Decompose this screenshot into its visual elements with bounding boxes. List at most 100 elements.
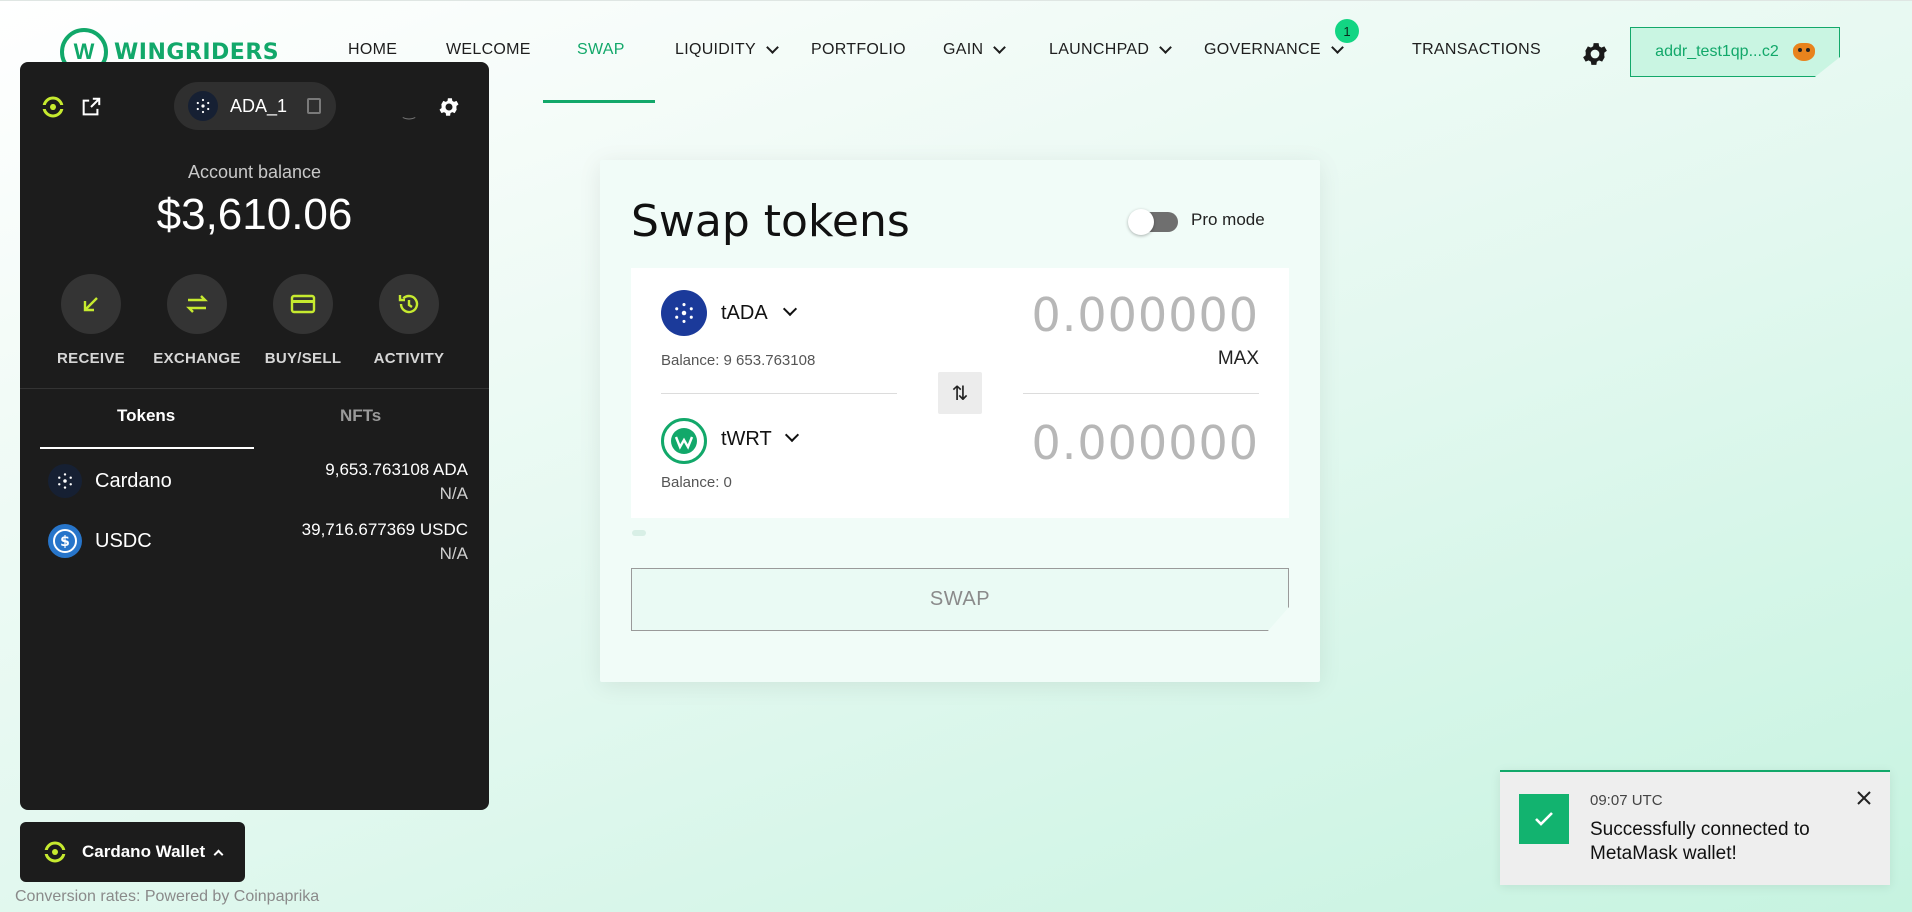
buy-sell-button[interactable]: BUY/SELL [248, 274, 358, 367]
chevron-down-icon [1330, 41, 1344, 54]
cardano-icon [48, 464, 82, 498]
wallet-address-text: addr_test1qp...c2 [1655, 43, 1779, 60]
wallet-toggle-label: Cardano Wallet [82, 842, 206, 861]
pro-mode-label: Pro mode [1191, 210, 1265, 229]
success-toast: 09:07 UTC Successfully connected to Meta… [1500, 770, 1890, 885]
exchange-button[interactable]: EXCHANGE [142, 274, 252, 367]
receive-button[interactable]: RECEIVE [36, 274, 146, 367]
cardano-wallet-panel: ADA_1 ‿ Account balance $3,610.06 RECEIV… [20, 62, 489, 810]
token-fiat-value: N/A [439, 544, 468, 563]
pro-mode-toggle[interactable] [1128, 209, 1178, 235]
wallet-address-button[interactable]: addr_test1qp...c2 [1630, 27, 1840, 77]
nav-gain[interactable]: GAIN [943, 41, 1007, 59]
token-amount: 39,716.677369 USDC [301, 520, 468, 539]
chevron-down-icon [993, 41, 1007, 54]
nav-transactions[interactable]: TRANSACTIONS [1412, 41, 1541, 59]
nav-portfolio[interactable]: PORTFOLIO [811, 41, 906, 59]
tab-nfts[interactable]: NFTs [340, 406, 381, 426]
nav-swap[interactable]: SWAP [577, 41, 625, 59]
wallet-settings-gear-icon[interactable] [436, 94, 462, 120]
twrt-token-icon [661, 418, 707, 464]
nav-home[interactable]: HOME [348, 41, 397, 59]
activity-button[interactable]: ACTIVITY [354, 274, 464, 367]
to-amount-input[interactable]: 0.000000 [1032, 416, 1260, 470]
checkmark-icon [1519, 794, 1569, 844]
token-name: USDC [95, 530, 152, 552]
tada-token-icon [661, 290, 707, 336]
nav-launchpad[interactable]: LAUNCHPAD [1049, 41, 1173, 59]
account-selector[interactable]: ADA_1 [174, 82, 336, 130]
arrow-down-left-icon [61, 274, 121, 334]
nav-welcome[interactable]: WELCOME [446, 41, 531, 59]
chevron-down-icon [1159, 41, 1173, 54]
nav-swap-label: SWAP [577, 41, 625, 58]
token-fiat-value: N/A [439, 484, 468, 503]
nav-portfolio-label: PORTFOLIO [811, 41, 906, 58]
from-token-selector[interactable]: tADA [721, 302, 768, 325]
wallet-logo-icon [42, 841, 68, 863]
to-balance: Balance: 0 [661, 474, 732, 491]
nav-transactions-label: TRANSACTIONS [1412, 41, 1541, 58]
activity-label: ACTIVITY [373, 350, 445, 367]
cardano-wallet-toggle-button[interactable]: Cardano Wallet [20, 822, 245, 882]
copy-icon[interactable] [307, 98, 322, 114]
token-amount: 9,653.763108 ADA [325, 460, 468, 479]
account-name: ADA_1 [230, 95, 288, 116]
swap-token-panel: tADA 0.000000 MAX Balance: 9 653.763108 … [631, 268, 1289, 518]
receive-label: RECEIVE [57, 350, 125, 367]
token-name: Cardano [95, 470, 172, 492]
cardano-icon [188, 91, 218, 121]
loading-indicator-icon: ‿ [403, 102, 415, 119]
chevron-down-icon [766, 41, 779, 54]
nav-governance[interactable]: GOVERNANCE [1204, 41, 1344, 59]
chevron-down-icon[interactable] [784, 427, 800, 443]
balance-label: Account balance [187, 162, 322, 182]
nav-launchpad-label: LAUNCHPAD [1049, 41, 1150, 58]
divider-line [1023, 393, 1259, 394]
divider-line [661, 393, 897, 394]
tab-active-indicator [40, 447, 254, 449]
to-token-selector[interactable]: tWRT [721, 428, 772, 451]
status-placeholder [632, 530, 646, 536]
tab-tokens[interactable]: Tokens [117, 406, 175, 426]
toast-message: Successfully connected to MetaMask walle… [1590, 819, 1810, 864]
max-button[interactable]: MAX [1218, 348, 1259, 370]
brand-name: WINGRIDERS [114, 39, 280, 65]
nav-active-indicator [543, 100, 655, 103]
chevron-up-icon [213, 849, 224, 859]
toast-time: 09:07 UTC [1590, 792, 1663, 809]
swap-card: Swap tokens Pro mode tADA 0.000000 MAX B… [600, 160, 1320, 682]
balance-value: $3,610.06 [156, 190, 353, 239]
token-row-usdc[interactable]: $ USDC 39,716.677369 USDC N/A [48, 520, 468, 570]
nav-home-label: HOME [348, 41, 398, 58]
flip-tokens-button[interactable]: ⇅ [938, 372, 982, 414]
governance-count-badge: 1 [1335, 19, 1359, 43]
history-icon [379, 274, 439, 334]
wallet-divider [20, 388, 489, 389]
nav-liquidity[interactable]: LIQUIDITY [675, 41, 779, 59]
exchange-icon [167, 274, 227, 334]
wallet-logo-icon [40, 94, 66, 120]
settings-gear-icon[interactable] [1580, 39, 1610, 69]
swap-arrows-icon: ⇅ [951, 382, 969, 405]
nav-welcome-label: WELCOME [446, 41, 531, 58]
card-icon [273, 274, 333, 334]
conversion-rates-note: Conversion rates: Powered by Coinpaprika [15, 888, 320, 905]
metamask-fox-icon [1792, 43, 1815, 61]
swap-button[interactable]: SWAP [631, 568, 1289, 631]
open-external-icon[interactable] [78, 94, 104, 120]
chevron-down-icon[interactable] [782, 301, 798, 317]
from-balance: Balance: 9 653.763108 [661, 352, 816, 369]
svg-text:$: $ [60, 534, 70, 550]
nav-governance-label: GOVERNANCE [1204, 41, 1321, 58]
token-row-cardano[interactable]: Cardano 9,653.763108 ADA N/A [48, 460, 468, 510]
usdc-icon: $ [48, 524, 82, 558]
from-amount-input[interactable]: 0.000000 [1032, 288, 1260, 342]
nav-liquidity-label: LIQUIDITY [675, 41, 756, 58]
buy-sell-label: BUY/SELL [264, 350, 342, 367]
nav-gain-label: GAIN [943, 41, 984, 58]
exchange-label: EXCHANGE [153, 350, 241, 367]
swap-title: Swap tokens [631, 196, 910, 247]
pro-mode-toggle-knob [1128, 209, 1154, 235]
close-icon[interactable] [1852, 786, 1876, 810]
